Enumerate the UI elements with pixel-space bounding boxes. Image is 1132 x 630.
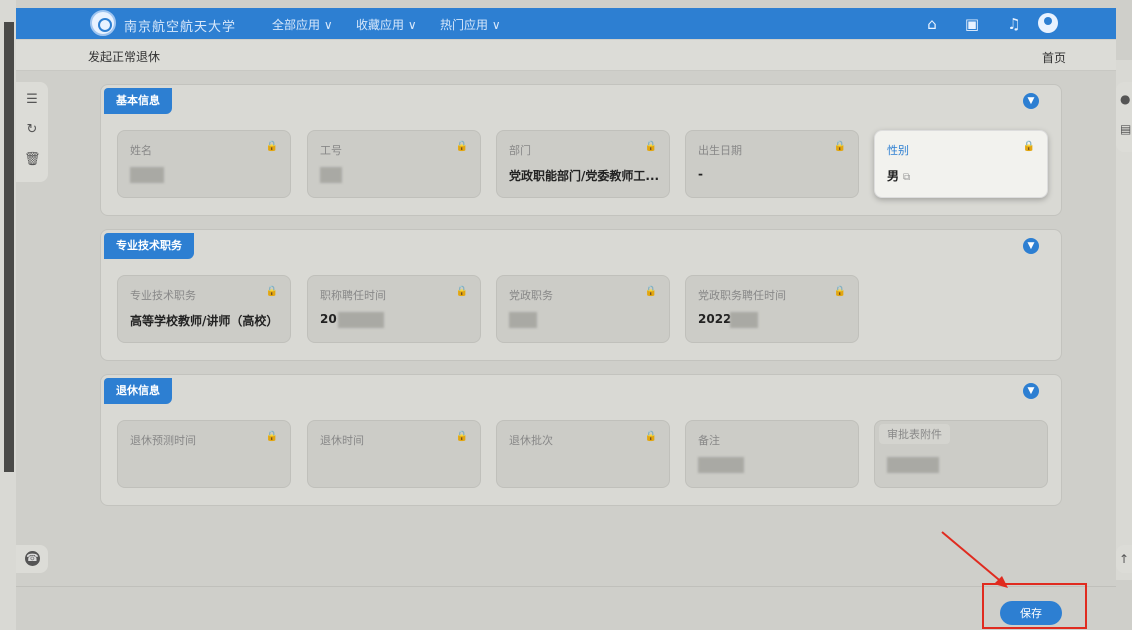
school-logo[interactable] <box>90 10 116 36</box>
field-retire-time[interactable]: 退休时间 🔒 <box>307 420 481 488</box>
field-label: 退休批次 <box>509 434 553 447</box>
user-icon[interactable]: ● <box>1120 92 1130 106</box>
page-header: 发起正常退休 首页 <box>16 40 1116 71</box>
left-edge-shadow <box>4 22 14 472</box>
field-label: 性别 <box>887 144 909 157</box>
lock-icon: 🔒 <box>455 286 468 297</box>
field-value: 党政职能部门/党委教师工... <box>509 169 660 183</box>
field-label: 职称聘任时间 <box>320 289 386 302</box>
trash-icon[interactable]: 🗑 <box>24 152 41 168</box>
right-toolbar: ● ▤ <box>1116 82 1132 152</box>
menu-favorite-apps[interactable]: 收藏应用 ∨ <box>356 16 417 33</box>
field-party-appointment-time[interactable]: 党政职务聘任时间 🔒 2022 <box>685 275 859 343</box>
section-basic-info: 基本信息 ▼ 姓名 🔒 工号 🔒 部门 🔒 党政职能部门/党委教师工... 出生… <box>100 84 1062 216</box>
field-label: 审批表附件 <box>879 424 950 444</box>
field-label: 党政职务聘任时间 <box>698 289 786 302</box>
left-edge <box>0 0 16 630</box>
field-department[interactable]: 部门 🔒 党政职能部门/党委教师工... <box>496 130 670 198</box>
field-staff-id[interactable]: 工号 🔒 <box>307 130 481 198</box>
refresh-icon[interactable]: ↻ <box>24 122 40 138</box>
redacted-value <box>338 312 384 328</box>
field-label: 姓名 <box>130 144 152 157</box>
field-value: 20 <box>320 312 337 326</box>
home-link[interactable]: 首页 <box>1042 49 1066 66</box>
section-retire-info: 退休信息 ▼ 退休预测时间 🔒 退休时间 🔒 退休批次 🔒 备注 审批表附件 <box>100 374 1062 506</box>
bell-icon[interactable]: ♫ <box>1004 14 1024 34</box>
lock-icon: 🔒 <box>265 286 278 297</box>
phone-icon: ☎ <box>25 551 40 566</box>
menu-all-apps[interactable]: 全部应用 ∨ <box>272 16 333 33</box>
field-birth-date[interactable]: 出生日期 🔒 - <box>685 130 859 198</box>
field-label: 退休时间 <box>320 434 364 447</box>
field-name[interactable]: 姓名 🔒 <box>117 130 291 198</box>
field-predicted-retire-time[interactable]: 退休预测时间 🔒 <box>117 420 291 488</box>
field-label: 党政职务 <box>509 289 553 302</box>
lock-icon: 🔒 <box>265 431 278 442</box>
home-icon[interactable]: ⌂ <box>922 14 942 34</box>
field-label: 备注 <box>698 434 720 447</box>
section-tag-basic: 基本信息 <box>104 88 172 114</box>
field-label: 工号 <box>320 144 342 157</box>
field-gender[interactable]: 性别 🔒 男 ⧉ <box>874 130 1048 198</box>
user-avatar-icon[interactable] <box>1038 13 1058 33</box>
field-title-appointment-time[interactable]: 职称聘任时间 🔒 20 <box>307 275 481 343</box>
field-value: 2022 <box>698 312 732 326</box>
section-tag-tech: 专业技术职务 <box>104 233 194 259</box>
field-retire-batch[interactable]: 退休批次 🔒 <box>496 420 670 488</box>
top-nav-bar: 南京航空航天大学 全部应用 ∨ 收藏应用 ∨ 热门应用 ∨ ⌂ ▣ ♫ <box>16 8 1116 39</box>
grid-app-icon[interactable]: ▣ <box>962 14 982 34</box>
redacted-value <box>130 167 164 183</box>
field-label: 出生日期 <box>698 144 742 157</box>
school-name[interactable]: 南京航空航天大学 <box>124 16 236 35</box>
lock-icon: 🔒 <box>1022 141 1035 152</box>
section-tag-retire: 退休信息 <box>104 378 172 404</box>
field-value: 男 ⧉ <box>887 167 910 184</box>
chevron-down-icon[interactable]: ▼ <box>1023 383 1039 399</box>
field-label: 部门 <box>509 144 531 157</box>
lock-icon: 🔒 <box>644 141 657 152</box>
section-tech-position: 专业技术职务 ▼ 专业技术职务 🔒 高等学校教师/讲师（高校） 职称聘任时间 🔒… <box>100 229 1062 361</box>
lock-icon: 🔒 <box>455 141 468 152</box>
field-remarks[interactable]: 备注 <box>685 420 859 488</box>
chevron-down-icon[interactable]: ▼ <box>1023 238 1039 254</box>
case-icon[interactable]: ▤ <box>1120 122 1131 136</box>
left-toolbar: ☰ ↻ 🗑 <box>16 82 48 182</box>
field-label: 专业技术职务 <box>130 289 196 302</box>
lock-icon: 🔒 <box>644 286 657 297</box>
field-value: - <box>698 167 703 181</box>
redacted-value <box>509 312 537 328</box>
field-tech-position[interactable]: 专业技术职务 🔒 高等学校教师/讲师（高校） <box>117 275 291 343</box>
list-icon[interactable]: ☰ <box>24 92 40 108</box>
highlight-annotation <box>982 583 1087 629</box>
field-value: 高等学校教师/讲师（高校） <box>130 314 279 328</box>
redacted-value <box>320 167 342 183</box>
page-title: 发起正常退休 <box>88 50 161 64</box>
copy-icon[interactable]: ⧉ <box>903 172 910 183</box>
redacted-value <box>698 457 744 473</box>
lock-icon: 🔒 <box>455 431 468 442</box>
field-label: 退休预测时间 <box>130 434 196 447</box>
redacted-value <box>730 312 758 328</box>
phone-button[interactable]: ☎ <box>16 545 48 573</box>
footer-divider <box>16 586 1116 587</box>
lock-icon: 🔒 <box>833 286 846 297</box>
chevron-down-icon[interactable]: ▼ <box>1023 93 1039 109</box>
field-approval-attachment[interactable]: 审批表附件 <box>874 420 1048 488</box>
menu-hot-apps[interactable]: 热门应用 ∨ <box>440 16 501 33</box>
lock-icon: 🔒 <box>644 431 657 442</box>
back-to-top-icon[interactable]: ↑ <box>1116 545 1132 573</box>
field-party-position[interactable]: 党政职务 🔒 <box>496 275 670 343</box>
lock-icon: 🔒 <box>265 141 278 152</box>
redacted-value <box>887 457 939 473</box>
gender-value: 男 <box>887 169 900 183</box>
lock-icon: 🔒 <box>833 141 846 152</box>
